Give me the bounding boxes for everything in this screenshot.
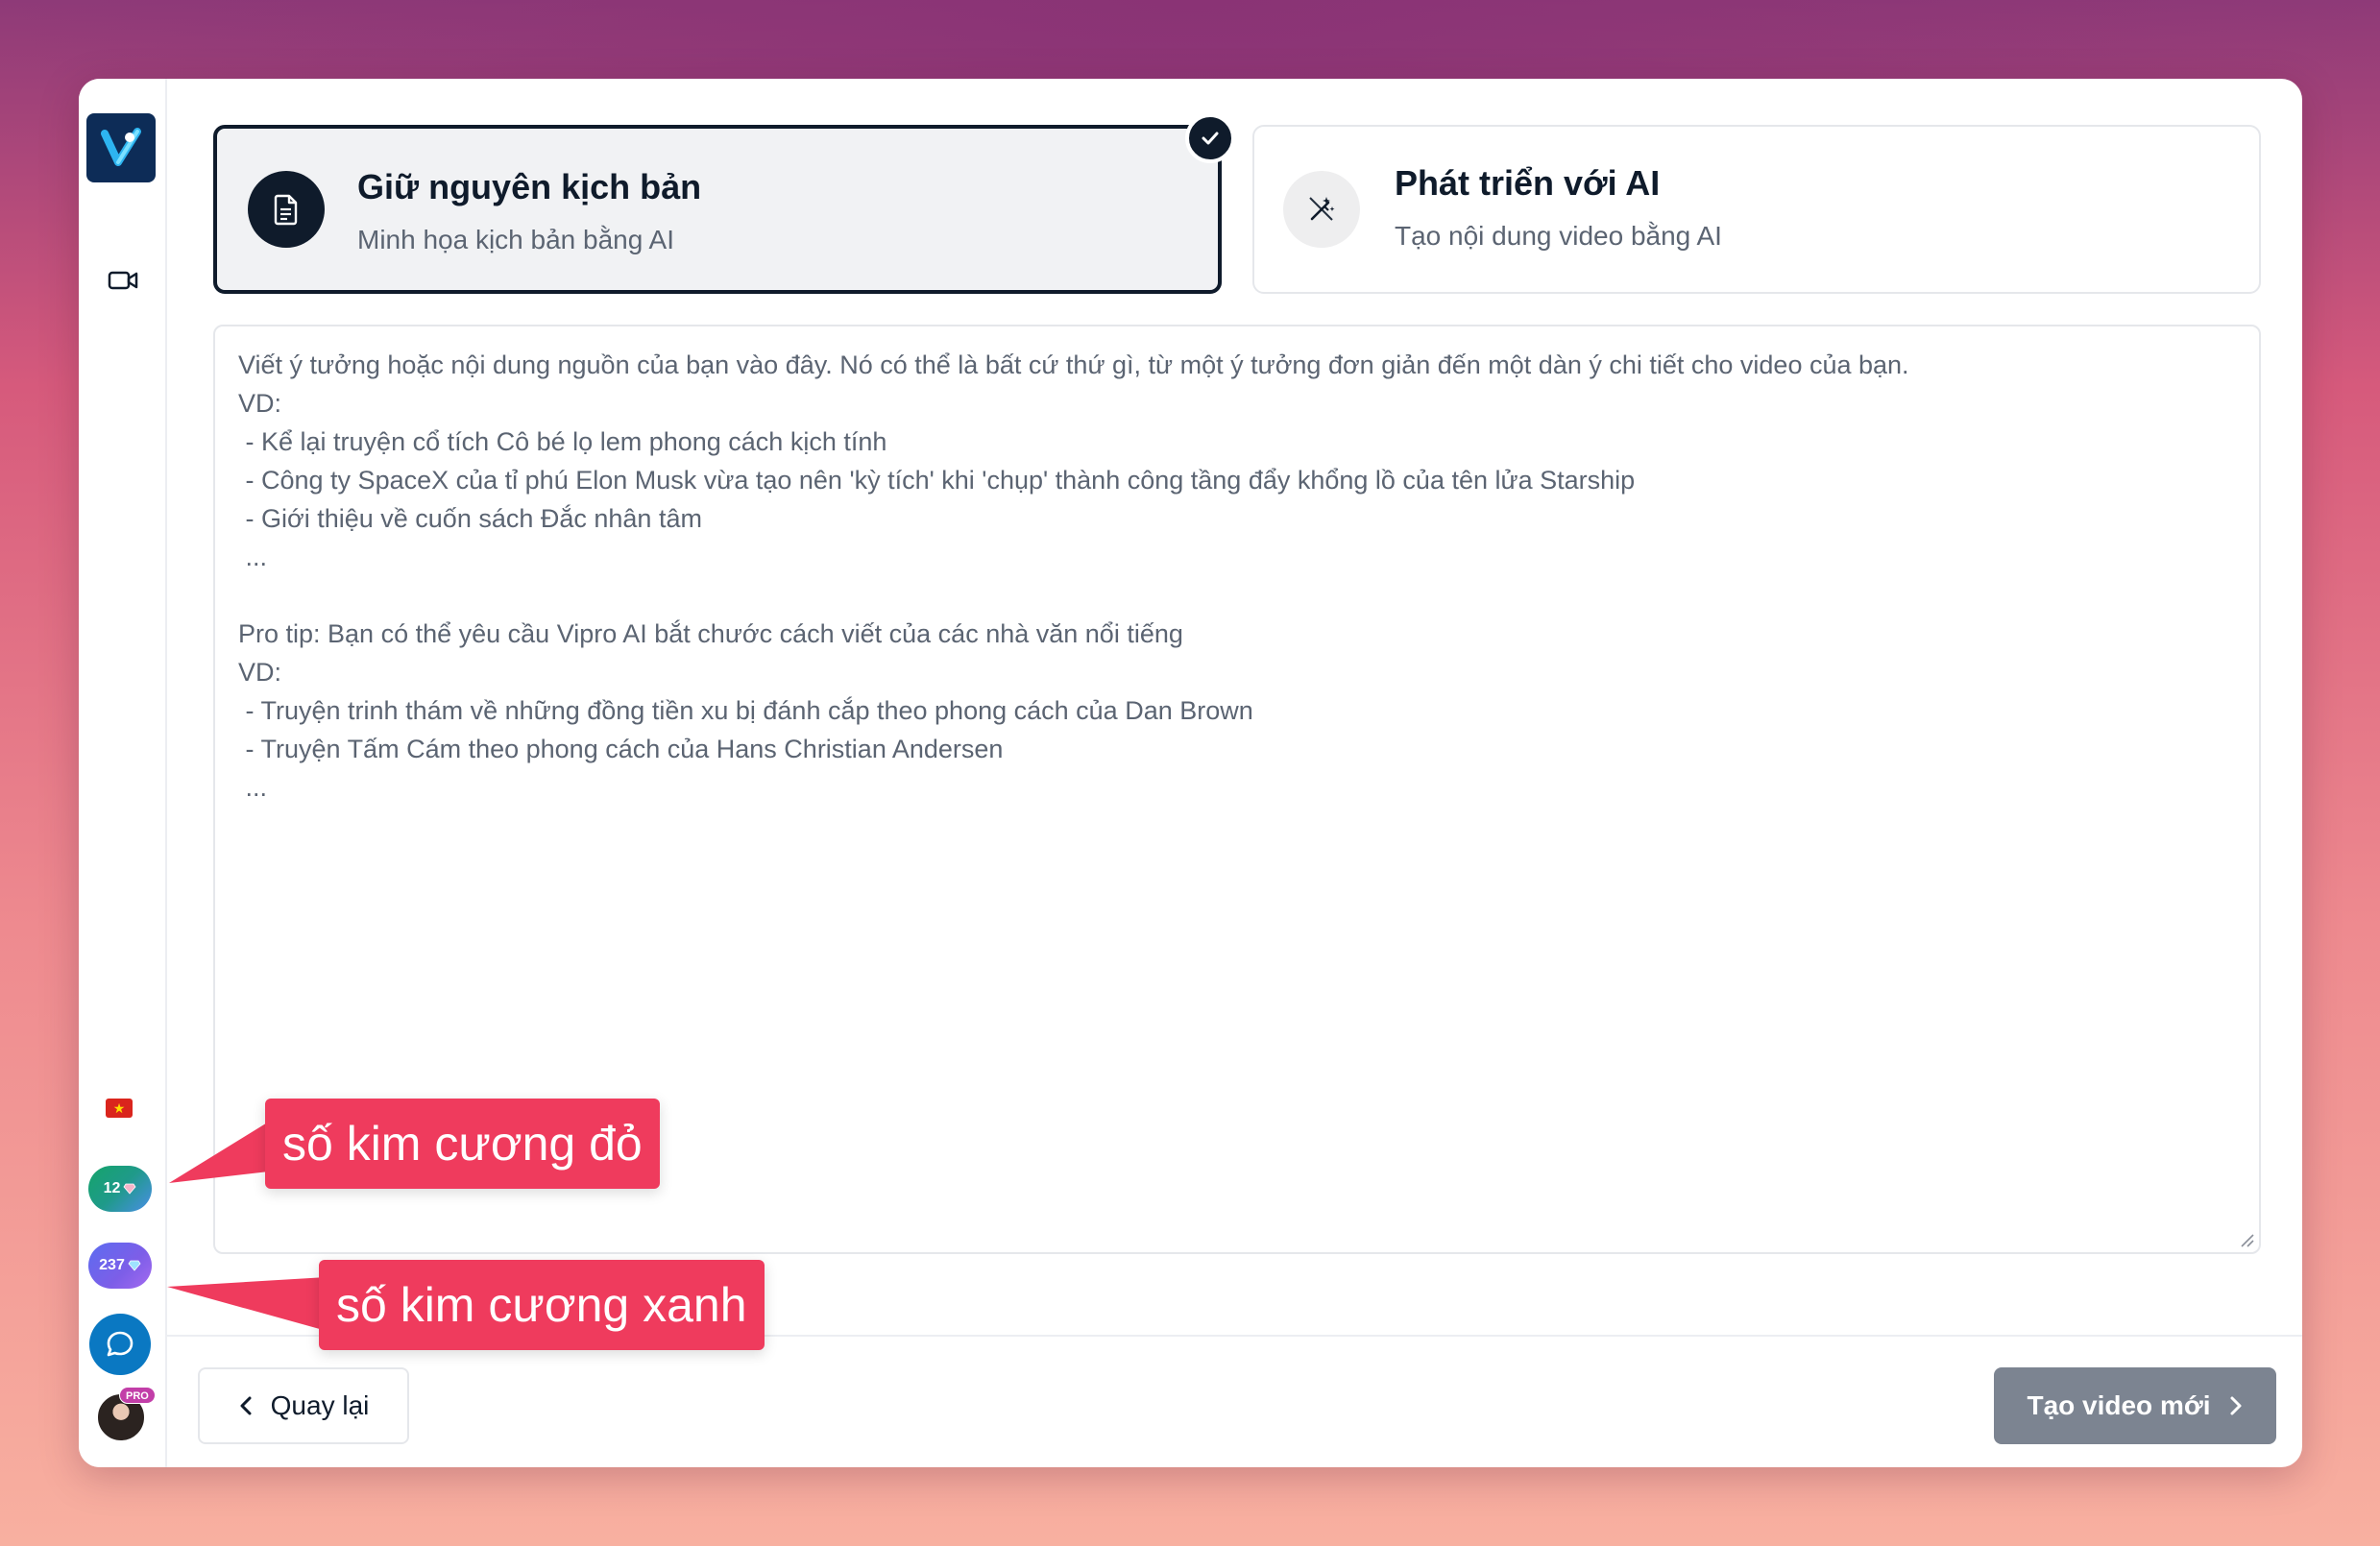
blue-callout-pointer [167,1277,327,1331]
vipro-logo-icon [101,128,141,166]
back-button[interactable]: Quay lại [198,1367,409,1444]
create-video-button[interactable]: Tạo video mới [1994,1367,2276,1444]
diamond-icon [123,1183,136,1195]
mode-card-develop-ai[interactable]: Phát triển với AI Tạo nội dung video bằn… [1252,125,2261,294]
mode-title: Phát triển với AI [1395,163,1661,203]
back-button-label: Quay lại [270,1390,370,1420]
red-callout-pointer [169,1122,269,1183]
check-icon [1185,113,1235,163]
blue-diamond-count[interactable]: 237 [88,1243,152,1289]
chat-bubble-icon [107,1331,134,1357]
blue-diamond-callout: số kim cương xanh [319,1260,765,1350]
video-nav-icon[interactable] [102,259,144,302]
create-button-label: Tạo video mới [2027,1390,2211,1420]
app-logo[interactable] [86,113,156,182]
sidebar: ★ 12 237 PRO [79,79,167,1467]
mode-subtitle: Tạo nội dung video bằng AI [1395,221,1722,251]
mode-card-keep-script[interactable]: Giữ nguyên kịch bản Minh họa kịch bản bằ… [213,125,1222,294]
pro-badge: PRO [119,1387,156,1404]
document-icon [248,171,325,248]
script-placeholder: Viết ý tưởng hoặc nội dung nguồn của bạn… [238,350,1909,802]
magic-wand-icon [1283,171,1360,248]
mode-title: Giữ nguyên kịch bản [357,167,702,206]
chevron-right-icon [2230,1396,2242,1415]
blue-diamond-value: 237 [99,1257,125,1273]
mode-subtitle: Minh họa kịch bản bằng AI [357,225,675,254]
red-diamond-count[interactable]: 12 [88,1166,152,1212]
chat-button[interactable] [89,1314,151,1375]
resize-handle-icon[interactable] [2238,1231,2255,1248]
vietnam-flag-icon[interactable]: ★ [106,1099,133,1118]
diamond-icon [128,1260,141,1271]
red-diamond-value: 12 [103,1180,121,1196]
red-diamond-callout: số kim cương đỏ [265,1099,660,1189]
chevron-left-icon [240,1396,252,1415]
